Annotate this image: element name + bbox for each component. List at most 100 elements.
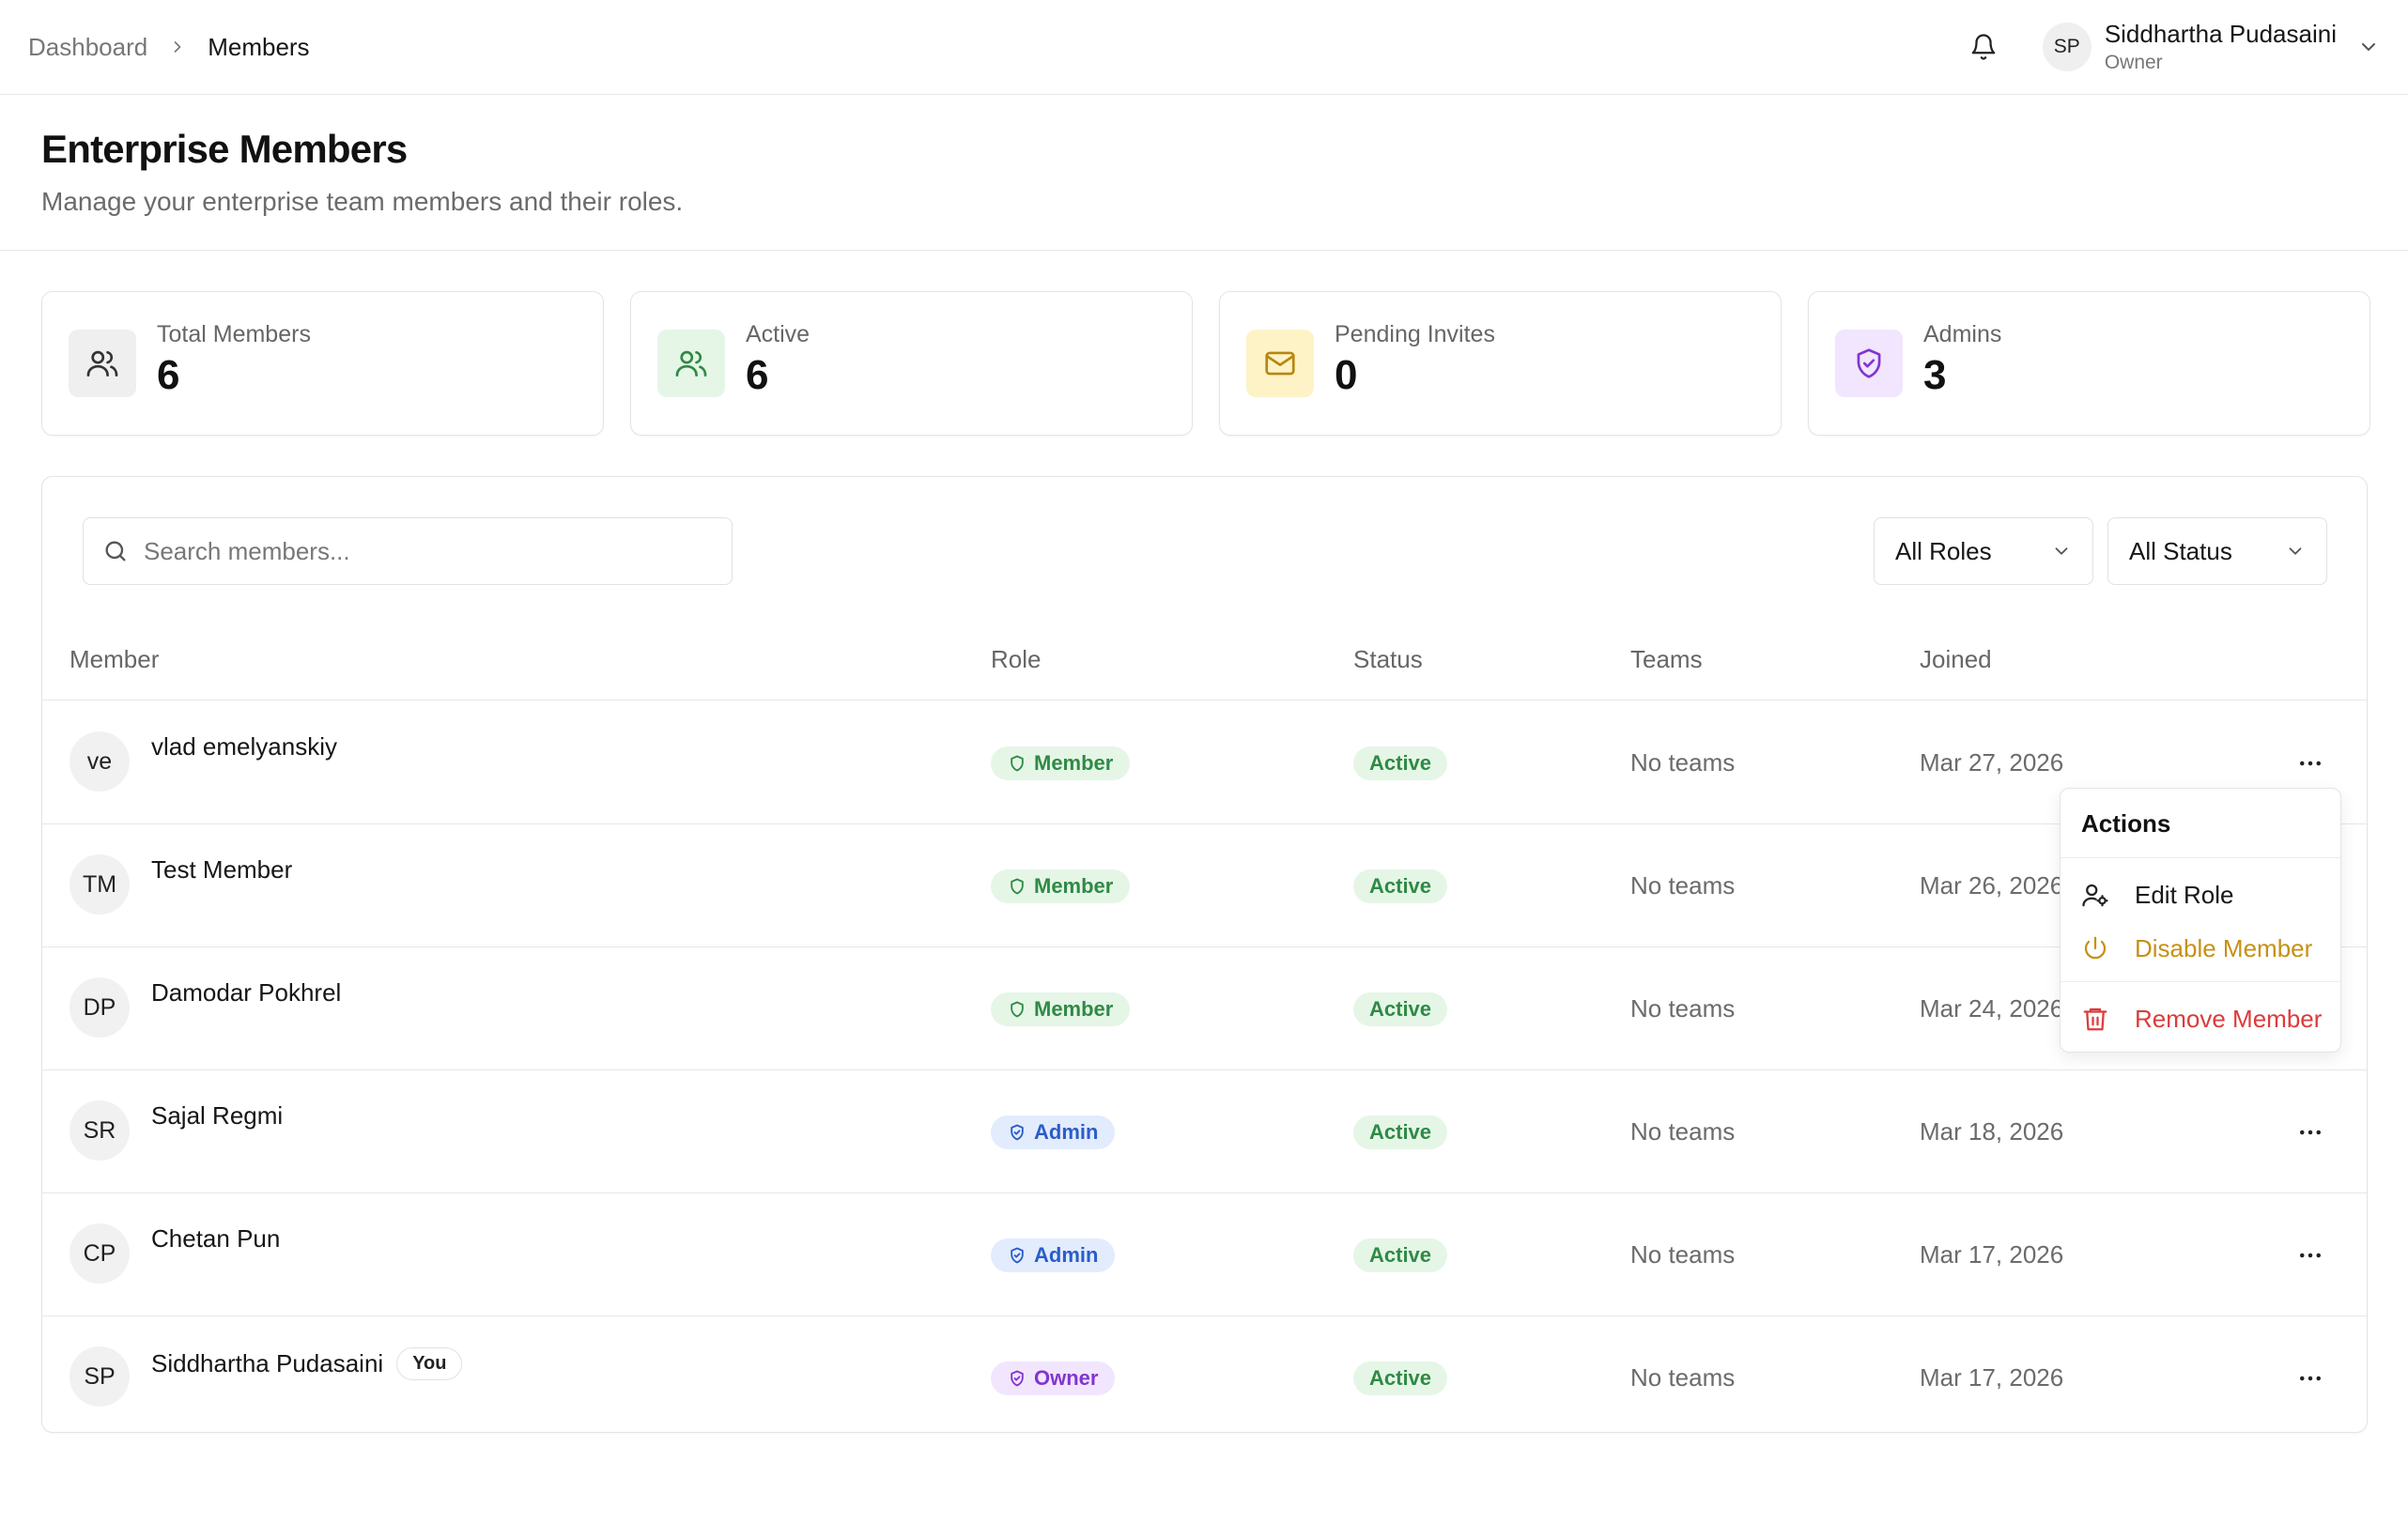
member-name: Siddhartha Pudasaini You [151, 1347, 463, 1380]
avatar: SP [2042, 23, 2092, 71]
member-name: Sajal Regmi [151, 1101, 283, 1130]
row-actions-button[interactable] [2296, 1193, 2324, 1316]
chevron-down-icon [2051, 541, 2072, 561]
page-title: Enterprise Members [41, 127, 408, 171]
page-subtitle: Manage your enterprise team members and … [41, 187, 684, 216]
stat-text: Total Members 6 [157, 321, 311, 399]
row-actions-button[interactable] [2296, 1070, 2324, 1193]
member-name-text: vlad emelyanskiy [151, 732, 337, 761]
stat-text: Admins 3 [1923, 321, 2001, 399]
teams-cell: No teams [1630, 994, 1736, 1023]
menu-divider [2061, 981, 2340, 982]
shield-icon [1011, 755, 1024, 771]
bell-icon[interactable] [1969, 33, 1998, 61]
user-menu[interactable]: SP Siddhartha Pudasaini Owner [2042, 19, 2380, 74]
breadcrumb-dashboard-link[interactable]: Dashboard [28, 33, 147, 62]
chevron-down-icon [2357, 36, 2380, 58]
user-name: Siddhartha Pudasaini [2104, 19, 2337, 48]
stat-value: 6 [157, 351, 180, 398]
role-label: Member [1034, 750, 1114, 775]
members-table-card: All Roles All Status Member Role Status … [41, 476, 2368, 1433]
stat-label: Admins [1923, 320, 2002, 347]
disable-member-menu-item[interactable]: Disable Member [2061, 922, 2340, 975]
roles-filter-value: All Roles [1895, 536, 1992, 565]
column-header-role: Role [991, 645, 1042, 673]
role-badge: Owner [991, 1361, 1116, 1395]
status-badge: Active [1353, 1361, 1448, 1395]
search-box[interactable] [83, 517, 733, 585]
avatar: SR [69, 1100, 130, 1161]
role-label: Member [1034, 996, 1114, 1021]
status-cell: Active [1353, 1193, 1448, 1316]
table-header: Member Role Status Teams Joined [42, 618, 2367, 700]
remove-member-menu-item[interactable]: Remove Member [2061, 992, 2340, 1045]
member-name-text: Chetan Pun [151, 1224, 281, 1253]
status-badge: Active [1353, 746, 1448, 780]
user-cog-icon [2081, 881, 2113, 909]
status-cell: Active [1353, 947, 1448, 1070]
stats-row: Total Members 6 Active 6 Pending Invites… [41, 291, 2370, 436]
mail-icon [1246, 330, 1314, 397]
member-name: Test Member [151, 855, 292, 884]
role-label: Admin [1034, 1242, 1099, 1267]
teams-cell: No teams [1630, 748, 1736, 777]
member-name-text: Siddhartha Pudasaini [151, 1349, 384, 1377]
roles-filter-select[interactable]: All Roles [1874, 517, 2093, 585]
stat-label: Active [746, 320, 810, 347]
column-header-joined: Joined [1920, 645, 1992, 673]
table-row: SP Siddhartha Pudasaini You Owner Active… [42, 1316, 2367, 1439]
joined-cell: Mar 26, 2026 [1920, 871, 2064, 900]
shield-icon [1011, 1124, 1024, 1140]
edit-role-menu-item[interactable]: Edit Role [2061, 869, 2340, 921]
search-input[interactable] [144, 536, 707, 566]
actions-menu-title: Actions [2061, 789, 2340, 858]
member-name: Damodar Pokhrel [151, 978, 341, 1007]
role-cell: Member [991, 947, 1131, 1070]
member-name-text: Test Member [151, 855, 293, 884]
joined-cell: Mar 17, 2026 [1920, 1363, 2064, 1392]
joined-cell: Mar 27, 2026 [1920, 748, 2064, 777]
role-cell: Owner [991, 1316, 1116, 1439]
table-row: TM Test Member Member Active No teams Ma… [42, 824, 2367, 947]
more-horizontal-icon [2296, 1241, 2324, 1269]
user-role: Owner [2104, 52, 2163, 73]
row-actions-button[interactable] [2296, 1316, 2324, 1439]
status-cell: Active [1353, 701, 1448, 824]
you-badge: You [396, 1347, 463, 1380]
status-filter-select[interactable]: All Status [2107, 517, 2327, 585]
table-row: SR Sajal Regmi Admin Active No teams Mar… [42, 1070, 2367, 1193]
joined-cell: Mar 17, 2026 [1920, 1240, 2064, 1269]
stat-text: Active 6 [746, 321, 810, 399]
breadcrumb-current: Members [208, 32, 310, 61]
column-header-member: Member [69, 645, 160, 673]
avatar: CP [69, 1223, 130, 1284]
shield-icon [1011, 1247, 1024, 1263]
page-header: Enterprise Members Manage your enterpris… [0, 95, 2408, 251]
top-bar: Dashboard Members SP Siddhartha Pudasain… [0, 0, 2408, 95]
disable-member-label: Disable Member [2135, 933, 2313, 962]
joined-cell: Mar 24, 2026 [1920, 994, 2064, 1023]
column-header-teams: Teams [1630, 645, 1703, 673]
role-label: Owner [1034, 1365, 1099, 1390]
avatar: DP [69, 977, 130, 1038]
teams-cell: No teams [1630, 1240, 1736, 1269]
role-badge: Admin [991, 1238, 1116, 1272]
shield-icon [1011, 1001, 1024, 1017]
stat-value: 6 [746, 351, 769, 398]
more-horizontal-icon [2296, 749, 2324, 777]
table-row: DP Damodar Pokhrel Member Active No team… [42, 947, 2367, 1070]
status-cell: Active [1353, 1070, 1448, 1193]
members-page: Dashboard Members SP Siddhartha Pudasain… [0, 0, 2408, 1538]
status-cell: Active [1353, 824, 1448, 947]
role-label: Admin [1034, 1119, 1099, 1144]
status-cell: Active [1353, 1316, 1448, 1439]
chevron-right-icon [168, 38, 187, 56]
chevron-down-icon [2285, 541, 2306, 561]
edit-role-label: Edit Role [2135, 880, 2234, 909]
stat-card-admins: Admins 3 [1808, 291, 2370, 436]
avatar: TM [69, 854, 130, 915]
teams-cell: No teams [1630, 871, 1736, 900]
avatar: ve [69, 731, 130, 792]
status-badge: Active [1353, 1238, 1448, 1272]
avatar: SP [69, 1346, 130, 1407]
